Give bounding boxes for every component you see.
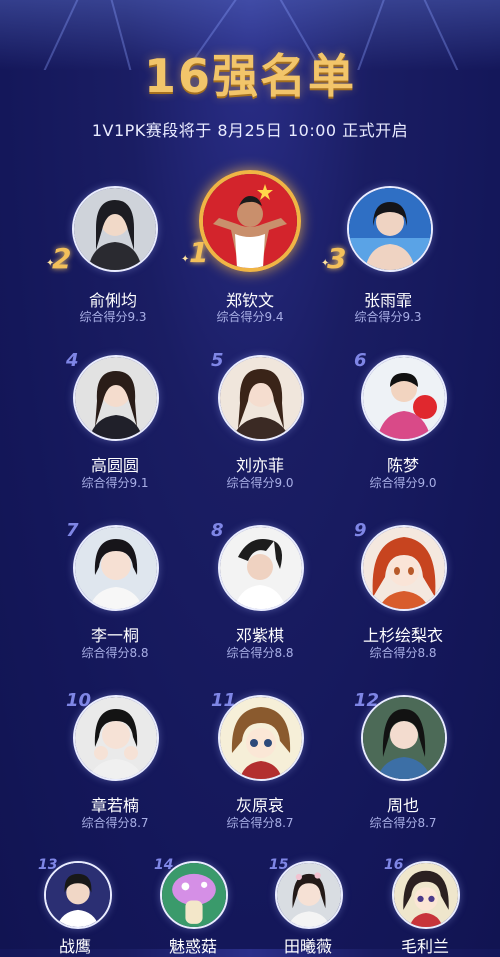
sparkle-icon: ✦	[181, 254, 190, 265]
player-card-rank-2[interactable]: 2 ✦ 俞俐均 综合得分9.3	[38, 180, 188, 330]
player-avatar	[218, 525, 304, 611]
rank-number: 9	[354, 520, 367, 541]
player-avatar	[72, 186, 158, 272]
player-card-rank-16[interactable]: 16 毛利兰	[370, 857, 480, 956]
player-score: 综合得分9.3	[354, 310, 422, 324]
player-avatar	[392, 861, 460, 929]
rank-number: 8	[211, 520, 224, 541]
player-avatar	[73, 695, 159, 781]
player-avatar	[275, 861, 343, 929]
player-avatar	[361, 695, 447, 781]
rank-number: 4	[66, 350, 79, 371]
player-name: 战鹰	[58, 937, 91, 956]
rank-number: 2	[52, 242, 72, 275]
player-card-rank-9[interactable]: 9 上杉绘梨衣 综合得分8.8	[328, 520, 478, 670]
player-score: 综合得分9.4	[216, 310, 284, 324]
player-card-rank-11[interactable]: 11 灰原哀 综合得分8.7	[185, 690, 335, 840]
player-card-rank-10[interactable]: 10 章若楠 综合得分8.7	[40, 690, 190, 840]
rank-number: 3	[327, 242, 347, 275]
player-name: 高圆圆	[90, 456, 139, 475]
player-name: 灰原哀	[235, 796, 284, 815]
player-score: 综合得分9.0	[226, 476, 294, 490]
player-score: 综合得分8.8	[81, 646, 149, 660]
player-card-rank-8[interactable]: 8 邓紫棋 综合得分8.8	[185, 520, 335, 670]
player-score: 综合得分8.7	[226, 816, 294, 830]
player-card-rank-7[interactable]: 7 李一桐 综合得分8.8	[40, 520, 190, 670]
player-name: 田曦薇	[283, 937, 332, 956]
page-title: 16强名单	[143, 49, 356, 103]
player-card-rank-6[interactable]: 6 陈梦 综合得分9.0	[328, 350, 478, 500]
sparkle-icon: ✦	[321, 258, 330, 269]
player-name: 李一桐	[90, 626, 139, 645]
player-name: 毛利兰	[400, 937, 449, 956]
player-avatar	[218, 355, 304, 441]
player-score: 综合得分8.7	[369, 816, 437, 830]
player-avatar	[73, 355, 159, 441]
player-avatar	[361, 355, 447, 441]
rank-number: 5	[211, 350, 224, 371]
player-score: 综合得分8.7	[81, 816, 149, 830]
player-name: 周也	[386, 796, 419, 815]
player-avatar	[44, 861, 112, 929]
player-avatar	[347, 186, 433, 272]
sparkle-icon: ✦	[46, 258, 55, 269]
player-avatar	[199, 170, 301, 272]
player-name: 陈梦	[386, 456, 419, 475]
player-card-rank-5[interactable]: 5 刘亦菲 综合得分9.0	[185, 350, 335, 500]
player-avatar	[218, 695, 304, 781]
player-card-rank-13[interactable]: 13 战鹰	[20, 857, 130, 956]
rank-number: 6	[354, 350, 367, 371]
player-score: 综合得分9.0	[369, 476, 437, 490]
player-card-rank-14[interactable]: 14 魅惑菇	[138, 857, 248, 956]
player-score: 综合得分9.3	[79, 310, 147, 324]
player-name: 章若楠	[90, 796, 139, 815]
player-name: 刘亦菲	[235, 456, 284, 475]
rank-number: 7	[66, 520, 79, 541]
player-avatar	[73, 525, 159, 611]
player-card-rank-1[interactable]: 1 ✦ 郑钦文 综合得分9.4	[175, 170, 325, 330]
player-name: 魅惑菇	[168, 937, 217, 956]
player-name: 上杉绘梨衣	[362, 626, 443, 645]
player-avatar	[361, 525, 447, 611]
player-card-rank-15[interactable]: 15 田曦薇	[253, 857, 363, 956]
player-score: 综合得分8.8	[369, 646, 437, 660]
player-avatar	[160, 861, 228, 929]
player-card-rank-12[interactable]: 12 周也 综合得分8.7	[328, 690, 478, 840]
player-card-rank-3[interactable]: 3 ✦ 张雨霏 综合得分9.3	[313, 180, 463, 330]
player-score: 综合得分8.8	[226, 646, 294, 660]
rank-number: 1	[189, 236, 209, 269]
player-name: 邓紫棋	[235, 626, 284, 645]
page-subtitle: 1V1PK赛段将于 8月25日 10:00 正式开启	[91, 121, 409, 140]
player-card-rank-4[interactable]: 4 高圆圆 综合得分9.1	[40, 350, 190, 500]
player-score: 综合得分9.1	[81, 476, 149, 490]
